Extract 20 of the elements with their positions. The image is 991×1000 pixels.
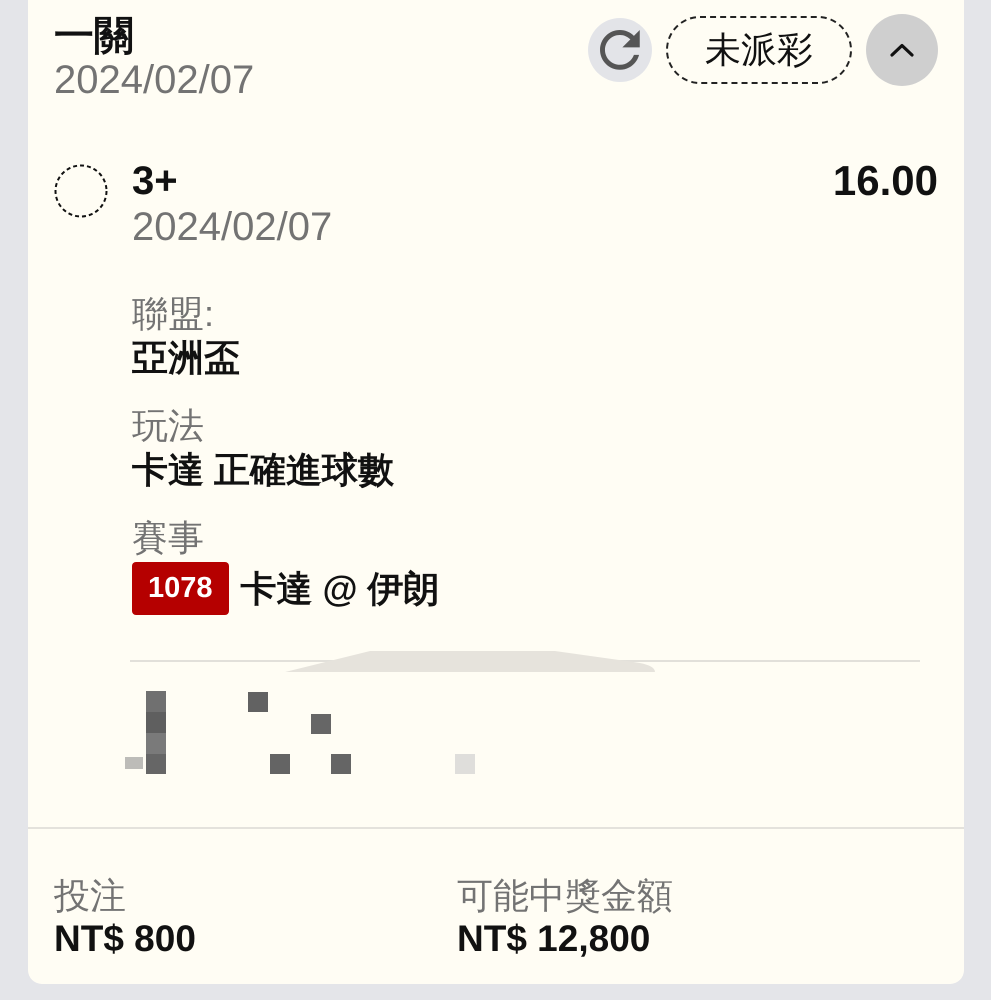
bet-type-title: 一關 <box>54 14 134 58</box>
detail-label: 玩法 <box>132 404 204 448</box>
selection-date: 2024/02/07 <box>132 204 332 250</box>
summary-label: 可能中獎金額 <box>457 874 673 918</box>
summary-amount: NT$ 800 <box>54 918 196 960</box>
detail-value: 亞洲盃 <box>132 336 240 380</box>
bet-date: 2024/02/07 <box>54 58 254 102</box>
summary-amount: NT$ 12,800 <box>457 918 650 960</box>
dashed-circle-icon <box>54 164 108 218</box>
detail-label: 賽事 <box>132 516 204 560</box>
refresh-icon <box>600 30 640 70</box>
status-badge: 未派彩 <box>666 16 852 84</box>
match-teams: 卡達 @ 伊朗 <box>240 566 440 610</box>
detail-value: 卡達 正確進球數 <box>132 448 394 492</box>
odds-value: 16.00 <box>832 158 938 204</box>
match-number-badge: 1078 <box>132 562 229 615</box>
selection-pick: 3+ <box>132 158 178 204</box>
chevron-up-icon <box>890 43 914 57</box>
detail-label: 聯盟: <box>132 292 214 336</box>
summary-label: 投注 <box>54 874 126 918</box>
